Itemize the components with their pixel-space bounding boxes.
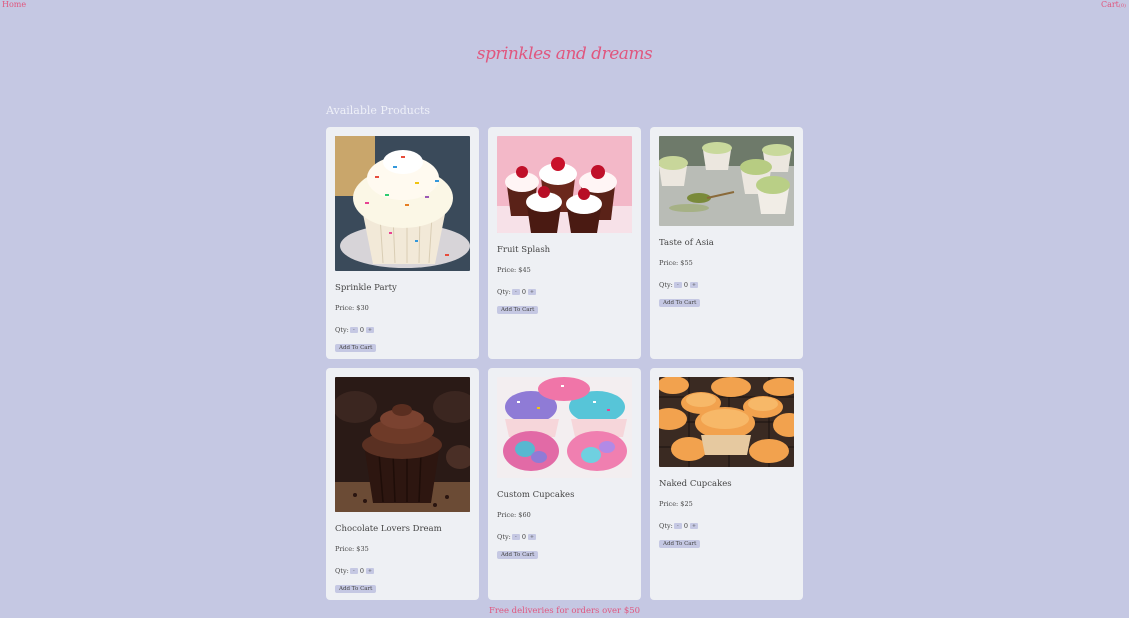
qty-label: Qty: — [497, 533, 511, 541]
product-image — [497, 136, 632, 233]
quantity-stepper: Qty: - 0 + — [497, 288, 632, 296]
product-image — [659, 136, 794, 226]
qty-decrease-button[interactable]: - — [511, 534, 520, 540]
nav-home-link[interactable]: Home — [2, 0, 26, 9]
nav-cart-link[interactable]: Cart(0) — [1101, 0, 1126, 9]
brand-logo: sprinkles and dreams — [476, 44, 653, 64]
quantity-stepper: Qty: - 0 + — [335, 326, 470, 334]
product-image — [497, 377, 632, 478]
product-card: Naked Cupcakes Price: $25 Qty: - 0 + Add… — [650, 368, 803, 600]
qty-increase-button[interactable]: + — [527, 534, 536, 540]
qty-value: 0 — [521, 533, 526, 541]
product-price: Price: $25 — [659, 500, 693, 508]
qty-decrease-button[interactable]: - — [349, 327, 358, 333]
product-price: Price: $45 — [497, 266, 531, 274]
product-price: Price: $55 — [659, 259, 693, 267]
qty-label: Qty: — [497, 288, 511, 296]
add-to-cart-button[interactable]: Add To Cart — [659, 299, 701, 307]
qty-decrease-button[interactable]: - — [349, 568, 358, 574]
add-to-cart-button[interactable]: Add To Cart — [659, 540, 701, 548]
qty-label: Qty: — [659, 281, 673, 289]
product-name: Custom Cupcakes — [497, 490, 575, 500]
product-price: Price: $30 — [335, 304, 369, 312]
product-image — [659, 377, 794, 467]
qty-value: 0 — [359, 567, 364, 575]
qty-label: Qty: — [335, 326, 349, 334]
qty-value: 0 — [683, 522, 688, 530]
product-grid: Sprinkle Party Price: $30 Qty: - 0 + Add… — [326, 127, 803, 600]
cart-count: (0) — [1118, 3, 1126, 9]
qty-value: 0 — [359, 326, 364, 334]
product-name: Chocolate Lovers Dream — [335, 524, 442, 534]
qty-decrease-button[interactable]: - — [673, 523, 682, 529]
qty-increase-button[interactable]: + — [689, 523, 698, 529]
add-to-cart-button[interactable]: Add To Cart — [335, 585, 377, 593]
product-name: Fruit Splash — [497, 245, 551, 255]
product-image — [335, 377, 470, 512]
product-image — [335, 136, 470, 271]
quantity-stepper: Qty: - 0 + — [335, 567, 470, 575]
product-price: Price: $35 — [335, 545, 369, 553]
quantity-stepper: Qty: - 0 + — [659, 522, 794, 530]
qty-increase-button[interactable]: + — [527, 289, 536, 295]
add-to-cart-button[interactable]: Add To Cart — [335, 344, 377, 352]
qty-value: 0 — [521, 288, 526, 296]
product-name: Naked Cupcakes — [659, 479, 732, 489]
qty-label: Qty: — [335, 567, 349, 575]
add-to-cart-button[interactable]: Add To Cart — [497, 551, 539, 559]
qty-increase-button[interactable]: + — [365, 568, 374, 574]
product-name: Sprinkle Party — [335, 283, 397, 293]
qty-value: 0 — [683, 281, 688, 289]
qty-label: Qty: — [659, 522, 673, 530]
product-card: Sprinkle Party Price: $30 Qty: - 0 + Add… — [326, 127, 479, 359]
section-title: Available Products — [326, 104, 431, 117]
qty-decrease-button[interactable]: - — [673, 282, 682, 288]
free-delivery-note: Free deliveries for orders over $50 — [488, 606, 641, 616]
qty-increase-button[interactable]: + — [365, 327, 374, 333]
cart-label: Cart — [1100, 0, 1119, 9]
product-card: Custom Cupcakes Price: $60 Qty: - 0 + Ad… — [488, 368, 641, 600]
quantity-stepper: Qty: - 0 + — [497, 533, 632, 541]
product-card: Taste of Asia Price: $55 Qty: - 0 + Add … — [650, 127, 803, 359]
product-name: Taste of Asia — [659, 238, 714, 248]
qty-decrease-button[interactable]: - — [511, 289, 520, 295]
product-card: Chocolate Lovers Dream Price: $35 Qty: -… — [326, 368, 479, 600]
product-price: Price: $60 — [497, 511, 531, 519]
add-to-cart-button[interactable]: Add To Cart — [497, 306, 539, 314]
quantity-stepper: Qty: - 0 + — [659, 281, 794, 289]
product-card: Fruit Splash Price: $45 Qty: - 0 + Add T… — [488, 127, 641, 359]
qty-increase-button[interactable]: + — [689, 282, 698, 288]
